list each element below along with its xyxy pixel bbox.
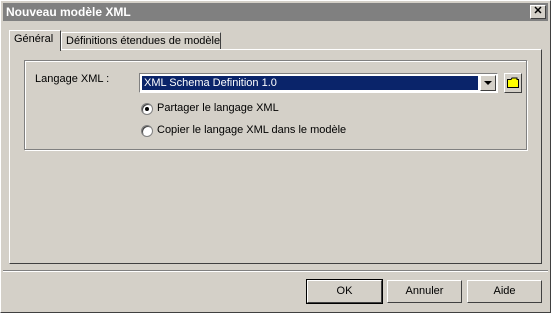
cancel-button-label: Annuler bbox=[405, 285, 444, 297]
window-title: Nouveau modèle XML bbox=[6, 5, 131, 19]
tab-extended-definitions-label: Définitions étendues de modèle bbox=[66, 35, 221, 47]
share-language-radio[interactable] bbox=[141, 103, 153, 115]
language-select-value: XML Schema Definition 1.0 bbox=[142, 76, 478, 90]
tab-general[interactable]: Général bbox=[9, 30, 61, 51]
chevron-down-icon[interactable] bbox=[480, 75, 496, 91]
close-icon: ✕ bbox=[533, 5, 543, 17]
copy-language-radio[interactable] bbox=[141, 125, 153, 137]
tab-general-label: Général bbox=[14, 33, 54, 45]
browse-button[interactable] bbox=[504, 73, 522, 93]
title-bar[interactable]: Nouveau modèle XML ✕ bbox=[3, 3, 548, 21]
tab-panel-general: Langage XML : XML Schema Definition 1.0 … bbox=[9, 49, 542, 264]
share-language-label[interactable]: Partager le langage XML bbox=[157, 102, 279, 114]
copy-language-label[interactable]: Copier le langage XML dans le modèle bbox=[157, 124, 346, 136]
help-button[interactable]: Aide bbox=[467, 280, 542, 303]
dialog-window: Nouveau modèle XML ✕ Général Définitions… bbox=[0, 0, 551, 313]
footer-separator bbox=[3, 270, 548, 272]
folder-icon bbox=[507, 77, 519, 88]
language-select[interactable]: XML Schema Definition 1.0 bbox=[139, 73, 498, 93]
language-label: Langage XML : bbox=[35, 73, 110, 85]
cancel-button[interactable]: Annuler bbox=[387, 280, 462, 303]
xml-language-group: Langage XML : XML Schema Definition 1.0 … bbox=[24, 60, 527, 150]
tab-extended-definitions[interactable]: Définitions étendues de modèle bbox=[61, 32, 221, 50]
ok-button[interactable]: OK bbox=[306, 279, 383, 304]
ok-button-label: OK bbox=[336, 285, 353, 297]
help-button-label: Aide bbox=[493, 285, 516, 297]
close-button[interactable]: ✕ bbox=[530, 5, 546, 19]
